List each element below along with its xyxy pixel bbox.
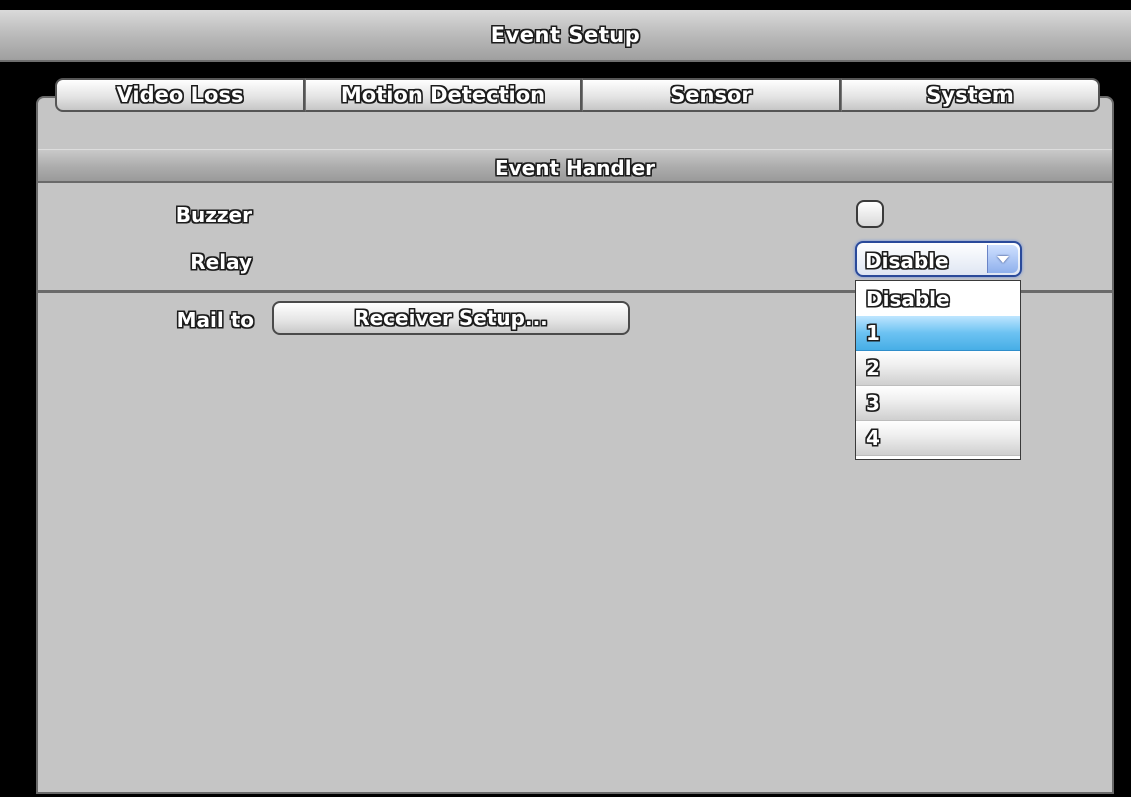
tab-motion-detection[interactable]: Motion Detection	[305, 78, 582, 112]
tab-system[interactable]: System	[841, 78, 1100, 112]
relay-option-2[interactable]: 2	[856, 351, 1020, 386]
buzzer-checkbox[interactable]	[856, 200, 884, 228]
chevron-down-icon[interactable]	[987, 245, 1018, 273]
buzzer-label: Buzzer	[175, 203, 252, 227]
relay-option-disable[interactable]: Disable	[856, 281, 1020, 316]
relay-select-value: Disable	[865, 249, 949, 273]
relay-option-3[interactable]: 3	[856, 386, 1020, 421]
title-bar: Event Setup	[0, 10, 1131, 62]
tab-video-loss[interactable]: Video Loss	[55, 78, 305, 112]
tab-sensor[interactable]: Sensor	[582, 78, 841, 112]
tab-bar: Video Loss Motion Detection Sensor Syste…	[55, 78, 1100, 112]
mail-to-label: Mail to	[176, 308, 254, 332]
relay-label: Relay	[190, 250, 252, 274]
window-title: Event Setup	[490, 23, 641, 47]
section-title: Event Handler	[494, 156, 656, 180]
section-header: Event Handler	[38, 149, 1112, 183]
relay-select[interactable]: Disable	[855, 241, 1022, 277]
relay-option-1[interactable]: 1	[856, 316, 1020, 351]
relay-option-4[interactable]: 4	[856, 421, 1020, 456]
relay-dropdown-list: Disable 1 2 3 4	[855, 280, 1021, 460]
receiver-setup-button[interactable]: Receiver Setup...	[272, 301, 630, 335]
